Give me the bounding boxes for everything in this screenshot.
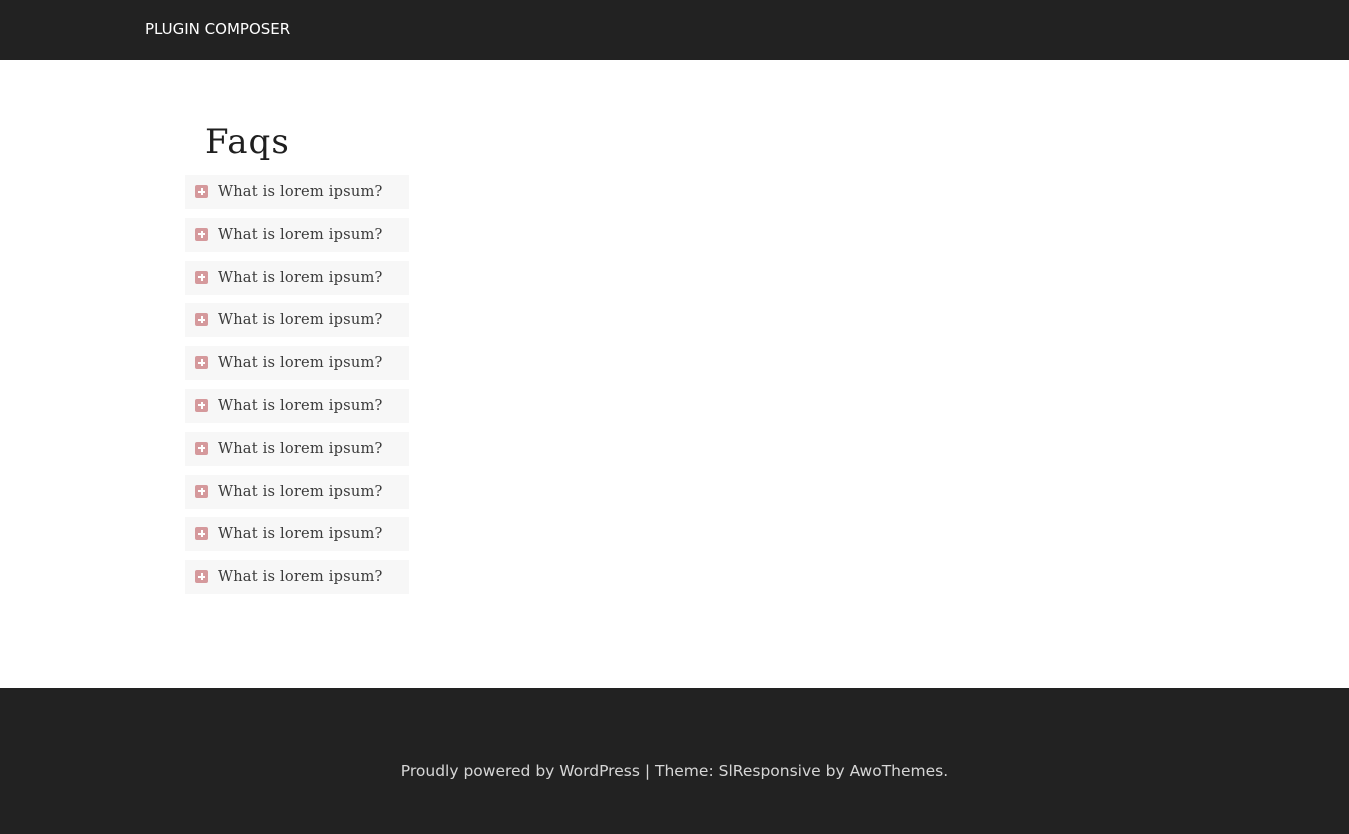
- faq-item[interactable]: What is lorem ipsum?: [185, 175, 409, 209]
- footer-powered-text: Proudly powered by: [400, 762, 560, 780]
- plus-square-icon[interactable]: [195, 313, 208, 327]
- plus-square-icon[interactable]: [195, 185, 208, 198]
- faq-item[interactable]: What is lorem ipsum?: [185, 474, 409, 509]
- footer-theme-text: Theme:: [654, 762, 719, 780]
- faq-item[interactable]: What is lorem ipsum?: [185, 260, 409, 295]
- faq-item[interactable]: What is lorem ipsum?: [185, 346, 409, 381]
- footer-suffix: .: [943, 762, 949, 780]
- theme-link[interactable]: SlResponsive: [719, 762, 821, 780]
- author-link[interactable]: AwoThemes: [850, 762, 944, 780]
- site-header: PLUGIN COMPOSER: [0, 0, 1349, 60]
- wordpress-link[interactable]: WordPress: [559, 762, 640, 780]
- plus-square-icon[interactable]: [195, 356, 208, 370]
- plus-square-icon[interactable]: [195, 484, 208, 498]
- faq-question[interactable]: What is lorem ipsum?: [218, 567, 383, 587]
- faq-list: What is lorem ipsum? What is lorem ipsum…: [185, 175, 409, 603]
- plus-square-icon[interactable]: [195, 527, 208, 541]
- faq-question[interactable]: What is lorem ipsum?: [218, 353, 383, 373]
- faq-question[interactable]: What is lorem ipsum?: [218, 439, 383, 459]
- faq-item[interactable]: What is lorem ipsum?: [185, 431, 409, 466]
- site-title-link[interactable]: PLUGIN COMPOSER: [145, 19, 290, 39]
- faq-question[interactable]: What is lorem ipsum?: [218, 482, 383, 502]
- page-title: Faqs: [205, 122, 290, 162]
- faq-question[interactable]: What is lorem ipsum?: [218, 396, 383, 416]
- faq-item[interactable]: What is lorem ipsum?: [185, 560, 409, 595]
- faq-question[interactable]: What is lorem ipsum?: [218, 182, 383, 202]
- plus-square-icon[interactable]: [195, 570, 208, 584]
- faq-item[interactable]: What is lorem ipsum?: [185, 303, 409, 338]
- plus-square-icon[interactable]: [195, 441, 208, 455]
- footer-credits: Proudly powered by WordPress | Theme: Sl…: [0, 760, 1349, 782]
- plus-square-icon[interactable]: [195, 270, 208, 284]
- faq-question[interactable]: What is lorem ipsum?: [218, 225, 383, 245]
- main-content: Faqs What is lorem ipsum? What is lorem …: [0, 60, 1349, 688]
- faq-question[interactable]: What is lorem ipsum?: [218, 524, 383, 544]
- faq-item[interactable]: What is lorem ipsum?: [185, 517, 409, 552]
- faq-item[interactable]: What is lorem ipsum?: [185, 217, 409, 252]
- faq-item[interactable]: What is lorem ipsum?: [185, 388, 409, 423]
- plus-square-icon[interactable]: [195, 398, 208, 412]
- faq-question[interactable]: What is lorem ipsum?: [218, 268, 383, 288]
- footer-separator: |: [639, 762, 655, 780]
- footer-by-text: by: [820, 762, 850, 780]
- site-footer: Proudly powered by WordPress | Theme: Sl…: [0, 688, 1349, 834]
- faq-question[interactable]: What is lorem ipsum?: [218, 310, 383, 330]
- plus-square-icon[interactable]: [195, 227, 208, 241]
